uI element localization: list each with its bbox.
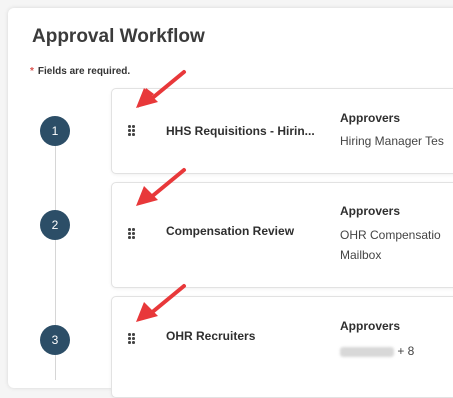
required-fields-note: * Fields are required. [30,66,130,77]
page-title: Approval Workflow [32,26,205,47]
drag-handle-icon[interactable] [128,125,136,137]
drag-handle-icon[interactable] [128,228,136,240]
annotation-arrow-icon [136,284,186,322]
step-name-1: HHS Requisitions - Hirin... [166,124,315,138]
annotation-arrow-icon [136,168,186,206]
approvers-value-3: + 8 [340,341,414,361]
additional-approvers-count: + 8 [397,344,415,358]
approvers-label-2: Approvers [340,204,401,218]
step-number-1: 1 [40,116,70,146]
approvers-label-3: Approvers [340,319,401,333]
required-note-text: Fields are required. [37,66,131,77]
approvers-value-2: OHR Compensatio Mailbox [340,225,441,265]
approvers-value-1: Hiring Manager Tes [340,134,444,148]
required-star: * [30,66,34,77]
approvers-label-1: Approvers [340,111,401,125]
step-name-2: Compensation Review [166,224,295,238]
approvers-value-2-line2: Mailbox [340,248,382,262]
step-name-3: OHR Recruiters [166,329,256,343]
step-number-2: 2 [40,210,70,240]
drag-handle-icon[interactable] [128,333,136,345]
step-number-3: 3 [40,325,70,355]
approvers-value-2-line1: OHR Compensatio [340,228,441,242]
redacted-approver-name [340,346,394,357]
annotation-arrow-icon [136,70,186,108]
